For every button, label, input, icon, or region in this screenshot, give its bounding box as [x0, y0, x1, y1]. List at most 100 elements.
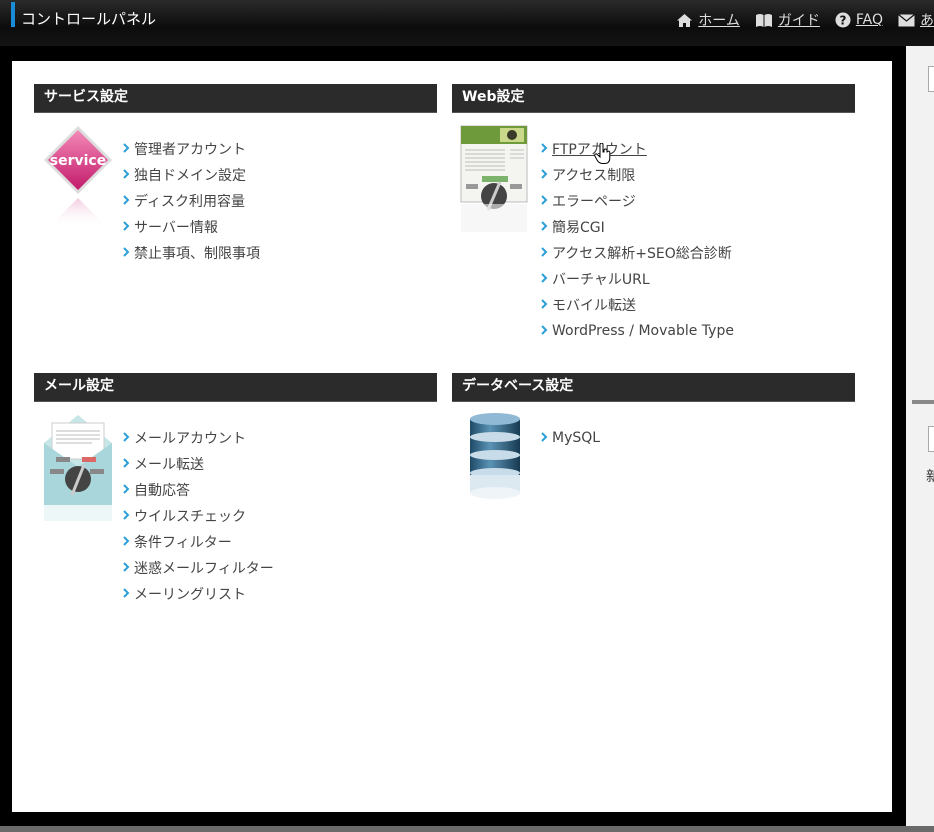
chevron-right-icon — [540, 193, 552, 209]
chevron-right-icon — [122, 508, 134, 524]
chevron-right-icon — [122, 245, 134, 261]
list-item[interactable]: サーバー情報 — [122, 214, 260, 240]
web-page-image — [460, 124, 532, 238]
list-item[interactable]: モバイル転送 — [540, 292, 734, 318]
hand-cursor-icon — [594, 142, 612, 169]
chevron-right-icon — [540, 141, 552, 157]
list-item[interactable]: 独自ドメイン設定 — [122, 162, 260, 188]
link-mysql[interactable]: MySQL — [552, 430, 600, 446]
panel-web-title: Web設定 — [452, 84, 855, 113]
list-item[interactable]: アクセス制限 — [540, 162, 734, 188]
link-admin-account[interactable]: 管理者アカウント — [134, 139, 246, 159]
svg-text:?: ? — [839, 14, 846, 28]
chevron-right-icon — [122, 193, 134, 209]
right-panel-box[interactable] — [928, 66, 934, 92]
service-badge-image: service — [42, 124, 114, 238]
chevron-right-icon — [122, 586, 134, 602]
chevron-right-icon — [540, 245, 552, 261]
main-content: サービス設定 service 管理者アカウント 独自ドメイン設定 ディスク利用容… — [12, 61, 892, 812]
link-mailing-list[interactable]: メーリングリスト — [134, 584, 246, 604]
link-condition-filter[interactable]: 条件フィルター — [134, 532, 232, 552]
link-error-page[interactable]: エラーページ — [552, 191, 636, 211]
right-panel-box[interactable] — [928, 426, 934, 452]
list-item[interactable]: 管理者アカウント — [122, 136, 260, 162]
nav-guide[interactable]: ガイド — [755, 10, 820, 30]
list-item[interactable]: MySQL — [540, 425, 600, 451]
list-item[interactable]: 簡易CGI — [540, 214, 734, 240]
chevron-right-icon — [122, 430, 134, 446]
link-mail-account[interactable]: メールアカウント — [134, 428, 246, 448]
list-item[interactable]: WordPress / Movable Type — [540, 318, 734, 344]
web-link-list: FTPアカウント アクセス制限 エラーページ 簡易CGI アクセス解析+SEO総… — [540, 136, 734, 344]
link-spam-filter[interactable]: 迷惑メールフィルター — [134, 558, 274, 578]
link-auto-reply[interactable]: 自動応答 — [134, 480, 190, 500]
chevron-right-icon — [122, 219, 134, 235]
link-mail-forward[interactable]: メール転送 — [134, 454, 204, 474]
link-server-info[interactable]: サーバー情報 — [134, 217, 218, 237]
link-mobile-forward[interactable]: モバイル転送 — [552, 295, 636, 315]
list-item[interactable]: メール転送 — [122, 451, 274, 477]
panel-service-title: サービス設定 — [34, 84, 437, 113]
panel-mail-settings: メール設定 メールアカウント メール転送 自動応答 ウイルスチェック 条件フィル… — [34, 373, 437, 603]
link-virus-check[interactable]: ウイルスチェック — [134, 506, 246, 526]
link-disk-usage[interactable]: ディスク利用容量 — [134, 191, 245, 211]
chevron-right-icon — [122, 534, 134, 550]
top-nav: ホーム ガイド ? FAQ あ — [661, 9, 934, 31]
database-cylinder-icon — [460, 413, 532, 507]
list-item[interactable]: アクセス解析+SEO総合診断 — [540, 240, 734, 266]
chevron-right-icon — [122, 141, 134, 157]
list-item[interactable]: 条件フィルター — [122, 529, 274, 555]
nav-home-label: ホーム — [698, 13, 740, 29]
right-panel-text: 新 — [926, 469, 934, 485]
chevron-right-icon — [122, 560, 134, 576]
chevron-right-icon — [122, 482, 134, 498]
list-item[interactable]: ウイルスチェック — [122, 503, 274, 529]
question-icon: ? — [835, 12, 851, 28]
list-item[interactable]: 自動応答 — [122, 477, 274, 503]
nav-faq-label: FAQ — [855, 12, 883, 28]
link-simple-cgi[interactable]: 簡易CGI — [552, 217, 605, 237]
chevron-right-icon — [540, 219, 552, 235]
chevron-right-icon — [540, 271, 552, 287]
list-item[interactable]: ディスク利用容量 — [122, 188, 260, 214]
top-bar: コントロールパネル ホーム ガイド ? FAQ あ — [0, 0, 934, 46]
nav-home[interactable]: ホーム — [676, 10, 740, 30]
panel-mail-title: メール設定 — [34, 373, 437, 402]
link-custom-domain[interactable]: 独自ドメイン設定 — [134, 165, 246, 185]
list-item[interactable]: エラーページ — [540, 188, 734, 214]
database-link-list: MySQL — [540, 425, 600, 451]
list-item[interactable]: バーチャルURL — [540, 266, 734, 292]
chevron-right-icon — [540, 167, 552, 183]
home-icon — [677, 13, 693, 27]
nav-guide-label: ガイド — [777, 13, 820, 29]
list-item[interactable]: メールアカウント — [122, 425, 274, 451]
panel-database-title: データベース設定 — [452, 373, 855, 402]
bottom-bar — [0, 826, 934, 832]
book-icon — [755, 13, 772, 27]
list-item[interactable]: FTPアカウント — [540, 136, 734, 164]
link-virtual-url[interactable]: バーチャルURL — [552, 269, 650, 289]
list-item[interactable]: 迷惑メールフィルター — [122, 555, 274, 581]
title-accent-bar — [11, 2, 15, 27]
nav-mail[interactable]: あ — [898, 10, 934, 30]
list-item[interactable]: 禁止事項、制限事項 — [122, 240, 260, 266]
link-wordpress-movabletype[interactable]: WordPress / Movable Type — [552, 323, 734, 339]
link-prohibitions[interactable]: 禁止事項、制限事項 — [134, 243, 260, 263]
service-badge-text: service — [50, 153, 106, 169]
nav-mail-label: あ — [920, 13, 934, 29]
list-item[interactable]: メーリングリスト — [122, 581, 274, 607]
chevron-right-icon — [122, 167, 134, 183]
mail-icon — [898, 13, 915, 26]
chevron-right-icon — [540, 297, 552, 313]
right-side-panel: 新 — [906, 46, 934, 826]
panel-web-settings: Web設定 FTPアカウント アクセス制限 エラーページ 簡易CGI アクセス解… — [452, 84, 855, 339]
nav-faq[interactable]: ? FAQ — [835, 12, 883, 28]
chevron-right-icon — [122, 456, 134, 472]
page-title: コントロールパネル — [21, 10, 157, 28]
chevron-right-icon — [540, 323, 552, 339]
right-panel-divider — [912, 400, 934, 404]
service-link-list: 管理者アカウント 独自ドメイン設定 ディスク利用容量 サーバー情報 禁止事項、制… — [122, 136, 260, 266]
link-access-analytics-seo[interactable]: アクセス解析+SEO総合診断 — [552, 243, 732, 263]
mail-link-list: メールアカウント メール転送 自動応答 ウイルスチェック 条件フィルター 迷惑メ… — [122, 425, 274, 607]
mail-envelope-image — [42, 413, 114, 527]
